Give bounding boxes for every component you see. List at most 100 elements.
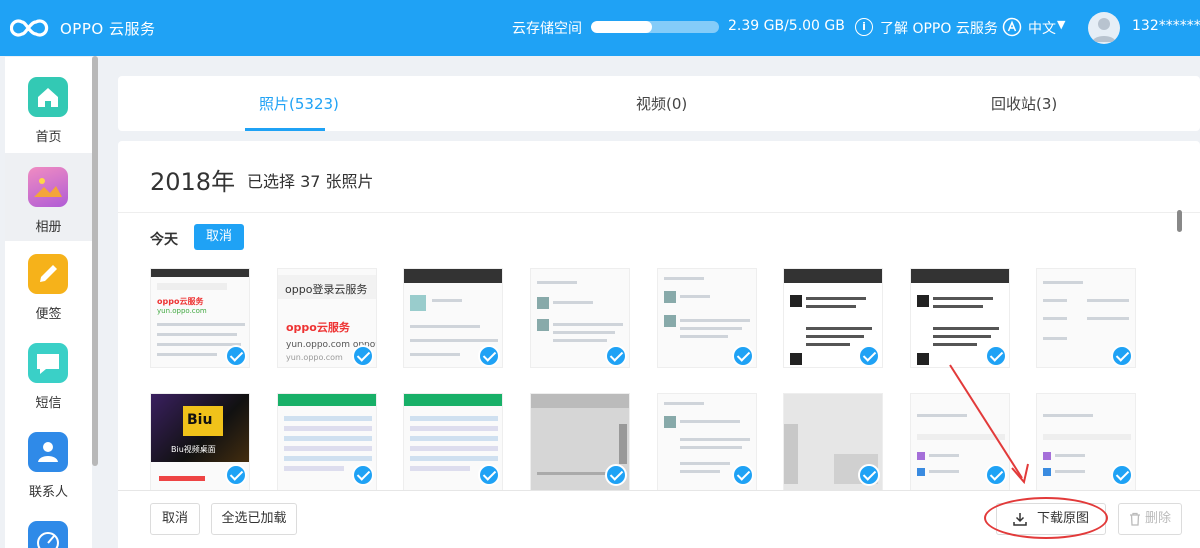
top-header: OPPO 云服务 云存储空间 2.39 GB/5.00 GB i 了解 OPPO…	[0, 0, 1200, 56]
text-line	[410, 339, 498, 342]
delete-label: 删除	[1144, 511, 1171, 526]
cancel-day-selection-button[interactable]: 取消	[194, 224, 244, 250]
photo-thumbnail[interactable]	[783, 268, 883, 368]
selected-check-icon[interactable]	[1111, 345, 1133, 367]
annotation-highlight-ring	[984, 497, 1108, 539]
table-line	[410, 456, 498, 461]
selected-check-icon[interactable]	[605, 464, 627, 486]
text-line	[553, 323, 623, 326]
sidebar-item-label: 联系人	[28, 485, 68, 500]
language-selector[interactable]: 中文	[1028, 18, 1056, 38]
text-line	[1043, 299, 1067, 302]
avatar-shape	[664, 416, 676, 428]
sidebar-item-messages[interactable]: 短信	[5, 329, 92, 417]
annotation-arrow	[949, 364, 1029, 485]
table-line	[284, 456, 372, 461]
year-heading: 2018年	[150, 168, 236, 196]
selected-check-icon[interactable]	[858, 464, 880, 486]
selected-check-icon[interactable]	[478, 345, 500, 367]
language-icon[interactable]	[1002, 17, 1022, 37]
tab-recycle-bin[interactable]: 回收站(3)	[991, 93, 1057, 114]
selected-check-icon[interactable]	[352, 464, 374, 486]
text-line	[806, 343, 850, 346]
avatar-shape	[537, 297, 549, 309]
photo-thumbnail[interactable]	[403, 268, 503, 368]
photo-thumbnail[interactable]	[530, 268, 630, 368]
photo-thumbnail[interactable]: Biu Biu视频桌面	[150, 393, 250, 493]
text-line	[553, 339, 607, 342]
avatar-shape	[410, 295, 426, 311]
text-line	[1055, 454, 1085, 457]
text-line	[157, 323, 245, 326]
photo-thumbnail[interactable]	[783, 393, 883, 493]
selected-check-icon[interactable]	[605, 345, 627, 367]
photo-thumbnail[interactable]	[530, 393, 630, 493]
sidebar-item-contacts[interactable]: 联系人	[5, 418, 92, 506]
text-line	[664, 402, 704, 405]
blurred-block	[784, 424, 798, 484]
note-icon	[28, 254, 68, 294]
sidebar-item-more[interactable]	[5, 507, 92, 548]
text-line	[933, 335, 991, 338]
select-all-loaded-button[interactable]: 全选已加载	[211, 503, 297, 535]
avatar-shape	[664, 315, 676, 327]
learn-oppo-cloud-link[interactable]: 了解 OPPO 云服务	[880, 18, 998, 38]
avatar[interactable]	[1088, 12, 1120, 44]
user-account[interactable]: 132******3	[1132, 18, 1200, 34]
text-line	[806, 335, 864, 338]
text-line	[680, 438, 750, 441]
result-url: yun.oppo.com	[157, 307, 207, 315]
delete-button[interactable]: 删除	[1118, 503, 1182, 535]
photo-thumbnail[interactable]: oppo登录云服务 oppo云服务 yun.oppo.com oppo云 yun…	[277, 268, 377, 368]
photo-thumbnail[interactable]: oppo云服务 yun.oppo.com	[150, 268, 250, 368]
avatar-shape	[537, 319, 549, 331]
photo-thumbnail[interactable]	[1036, 393, 1136, 493]
text-line	[553, 331, 615, 334]
text-line	[680, 446, 742, 449]
text-line	[1043, 281, 1083, 284]
sidebar-scrollbar[interactable]	[92, 56, 98, 466]
photo-thumbnail[interactable]	[910, 268, 1010, 368]
grid-scrollbar[interactable]	[1177, 210, 1182, 232]
text-line	[933, 305, 983, 308]
tab-videos[interactable]: 视频(0)	[636, 93, 687, 114]
photo-thumbnail[interactable]	[403, 393, 503, 493]
sidebar-item-home[interactable]: 首页	[5, 63, 92, 151]
info-icon[interactable]: i	[855, 18, 873, 36]
sidebar-item-notes[interactable]: 便签	[5, 240, 92, 328]
result-title: oppo云服务	[157, 297, 204, 306]
text-line	[680, 420, 740, 423]
selected-check-icon[interactable]	[732, 464, 754, 486]
chevron-down-icon[interactable]: ▼	[1057, 18, 1065, 31]
text-line	[933, 327, 999, 330]
oppo-cloud-logo[interactable]	[10, 12, 50, 44]
avatar-shape	[664, 291, 676, 303]
photo-thumbnail[interactable]	[657, 393, 757, 493]
selected-check-icon[interactable]	[858, 345, 880, 367]
text-line	[1043, 337, 1067, 340]
table-line	[410, 426, 498, 431]
highlight-bar	[159, 476, 205, 481]
selected-check-icon[interactable]	[478, 464, 500, 486]
sidebar-item-label: 便签	[35, 307, 62, 322]
text-line	[537, 281, 577, 284]
selected-check-icon[interactable]	[352, 345, 374, 367]
selected-check-icon[interactable]	[1111, 464, 1133, 486]
text-line	[1055, 470, 1085, 473]
cancel-button[interactable]: 取消	[150, 503, 200, 535]
selected-check-icon[interactable]	[225, 345, 247, 367]
day-heading: 今天	[150, 232, 178, 248]
selected-check-icon[interactable]	[732, 345, 754, 367]
selected-count: 已选择 37 张照片	[247, 172, 374, 191]
text-line	[553, 301, 593, 304]
table-line	[284, 466, 344, 471]
selected-check-icon[interactable]	[225, 464, 247, 486]
photo-thumbnail[interactable]	[1036, 268, 1136, 368]
photo-thumbnail[interactable]	[277, 393, 377, 493]
photo-thumbnail[interactable]	[657, 268, 757, 368]
app-header-bar	[404, 394, 502, 406]
text-line	[680, 462, 730, 465]
avatar-shape	[917, 295, 929, 307]
tab-photos[interactable]: 照片(5323)	[259, 93, 339, 114]
sidebar-item-album[interactable]: 相册	[5, 153, 92, 241]
